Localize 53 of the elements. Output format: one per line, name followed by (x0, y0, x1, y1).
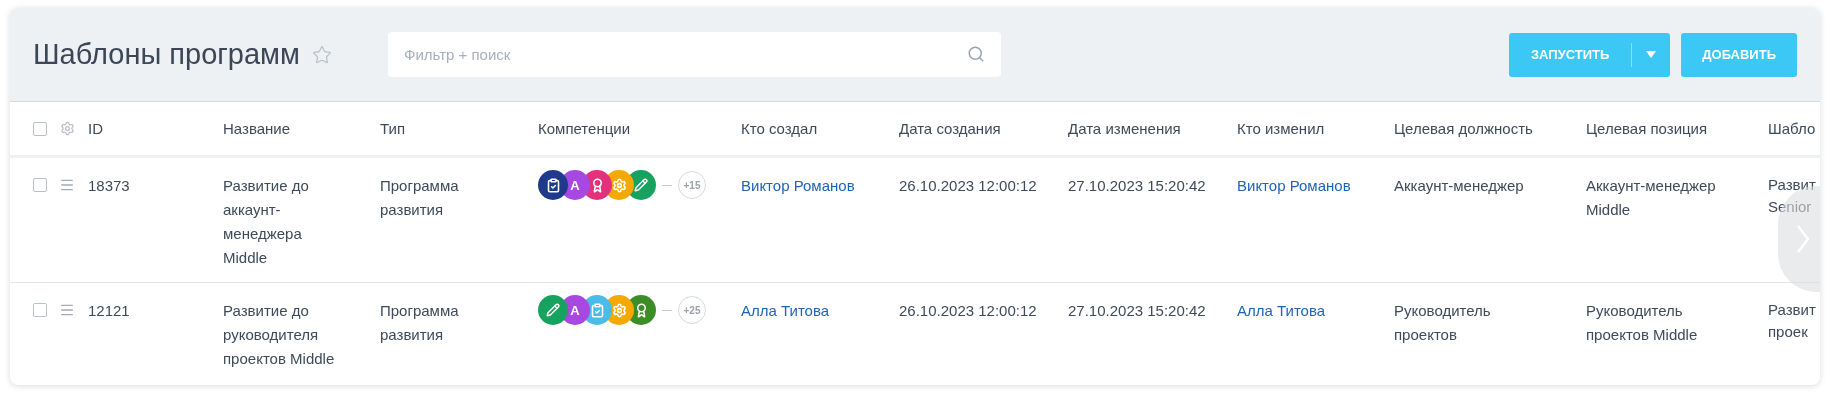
table-cell: Руководитель проектов (1394, 302, 1491, 343)
editor-link[interactable]: Алла Титова (1237, 302, 1326, 319)
table-cell: 26.10.2023 12:00:12 (899, 177, 1037, 194)
table-cell: 27.10.2023 15:20:42 (1068, 302, 1206, 319)
table-cell-text: Развит (1768, 300, 1817, 320)
column-header[interactable]: Кто изменил (1237, 119, 1325, 137)
settings-icon[interactable] (60, 121, 75, 136)
gear-icon (611, 302, 627, 318)
drag-handle-icon[interactable] (59, 302, 75, 318)
favorite-star-icon[interactable] (312, 44, 332, 65)
search-field[interactable]: Фильтр + поиск (388, 32, 1001, 77)
pencil-icon (634, 178, 648, 192)
table-cell: 26.10.2023 12:00:12 (899, 302, 1037, 319)
table-cell: 27.10.2023 15:20:42 (1068, 177, 1206, 194)
table-cell: 12121 (88, 302, 130, 319)
clipboard-icon (545, 177, 561, 193)
dash-separator (662, 309, 672, 311)
table-cell-text: Senior (1768, 197, 1813, 217)
competency-letter: A (570, 178, 580, 192)
table-cell: Развитие до руководителя проектов Middle (223, 302, 335, 367)
column-header[interactable]: Кто создал (741, 119, 818, 137)
table-cell: Аккаунт-менеджер Middle (1586, 177, 1716, 218)
table-cell: Программа развития (380, 177, 459, 218)
table-cell: Развитие до аккаунт-менеджера Middle (223, 177, 309, 266)
row-checkbox[interactable] (33, 178, 47, 192)
column-header[interactable]: Компетенции (538, 119, 631, 137)
column-header[interactable]: Дата создания (899, 119, 1001, 137)
table-cell-text: Развит (1768, 175, 1817, 195)
drag-handle-icon[interactable] (59, 177, 75, 193)
table-cell: 18373 (88, 177, 130, 194)
search-icon (967, 45, 985, 63)
table-cell: Руководитель проектов Middle (1586, 302, 1698, 343)
column-header[interactable]: Целевая должность (1394, 119, 1533, 137)
table-cell: Программа развития (380, 302, 459, 343)
pencil-icon (546, 303, 560, 317)
column-header[interactable]: Целевая позиция (1586, 119, 1708, 137)
table-cell: Аккаунт-менеджер (1394, 177, 1524, 194)
competency-letter: A (570, 303, 580, 317)
dash-separator (662, 184, 672, 186)
table-cell-text: проек (1768, 322, 1809, 342)
page-title: Шаблоны программ (33, 36, 300, 72)
row-checkbox[interactable] (33, 303, 47, 317)
column-header[interactable]: Шабло (1768, 119, 1816, 137)
editor-link[interactable]: Виктор Романов (1237, 177, 1351, 194)
clipboard-icon (589, 302, 605, 318)
creator-link[interactable]: Виктор Романов (741, 177, 855, 194)
column-header[interactable]: Название (223, 119, 291, 137)
gear-icon (611, 177, 627, 193)
column-header[interactable]: Дата изменения (1068, 119, 1181, 137)
column-header[interactable]: ID (88, 119, 103, 137)
column-header[interactable]: Тип (380, 119, 405, 137)
creator-link[interactable]: Алла Титова (741, 302, 830, 319)
select-all-checkbox[interactable] (33, 121, 47, 136)
